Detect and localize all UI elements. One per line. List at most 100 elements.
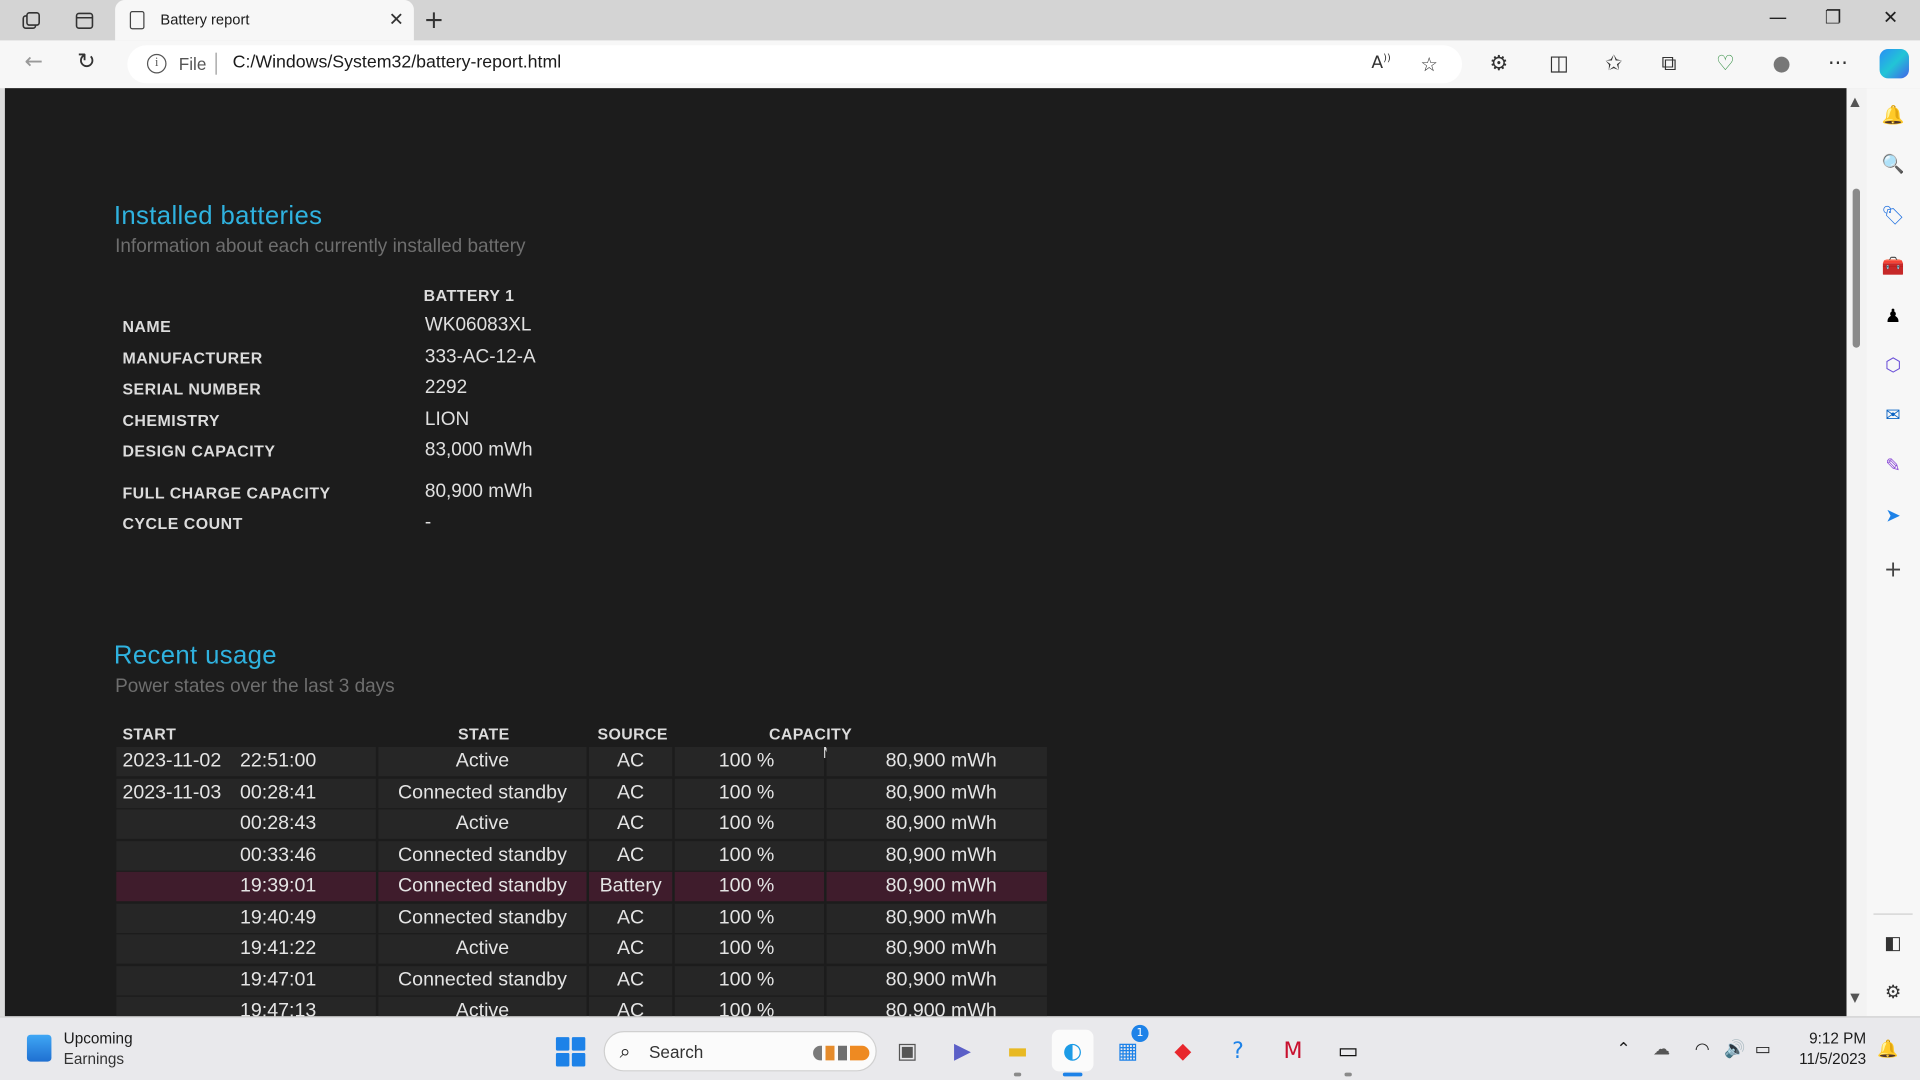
row-source: AC <box>588 778 673 809</box>
battery-report-page: Installed batteries Information about ea… <box>4 88 1847 1017</box>
row-capacity: 80,900 mWh <box>826 903 1047 934</box>
info-icon[interactable]: i <box>146 53 167 74</box>
row-state: Connected standby <box>378 966 587 996</box>
browser-essentials-icon[interactable]: ♡ <box>1711 51 1740 75</box>
row-state: Connected standby <box>378 841 587 871</box>
table-row: 00:28:43 Active AC 100 % 80,900 mWh <box>116 809 1047 839</box>
widget-title[interactable]: Upcoming <box>64 1030 133 1047</box>
row-state: Active <box>378 809 587 839</box>
active-indicator <box>1062 1072 1083 1077</box>
row-source: AC <box>588 934 673 964</box>
table-row: 00:33:46 Connected standby AC 100 % 80,9… <box>116 841 1047 871</box>
collections-icon[interactable]: ⧉ <box>1654 51 1683 75</box>
taskbar-search[interactable]: ⌕ Search <box>603 1031 877 1072</box>
get-help-icon[interactable]: ? <box>1217 1030 1259 1072</box>
show-hidden-icons-icon[interactable]: ⌃ <box>1616 1040 1630 1060</box>
designer-icon[interactable]: ✎ <box>1881 453 1905 477</box>
back-icon[interactable]: ← <box>24 49 42 75</box>
shopping-tag-icon[interactable]: 🏷 <box>1881 203 1905 227</box>
terminal-icon[interactable]: ▭ <box>1327 1030 1369 1072</box>
edge-browser-icon[interactable]: ◐ <box>1051 1029 1094 1072</box>
restore-icon[interactable]: ❐ <box>1809 6 1858 28</box>
running-indicator <box>1013 1072 1022 1077</box>
search-icon[interactable]: 🔍 <box>1881 152 1905 176</box>
task-view-icon[interactable]: ▣ <box>887 1030 929 1072</box>
add-sidebar-app-icon[interactable]: + <box>1881 557 1905 583</box>
row-percent: 100 % <box>718 750 775 772</box>
more-options-icon[interactable]: ··· <box>1823 51 1852 75</box>
address-bar[interactable]: i File C:/Windows/System32/battery-repor… <box>127 45 1463 84</box>
row-capacity: 80,900 mWh <box>826 778 1047 809</box>
teams-chat-icon[interactable]: ▶ <box>942 1030 984 1072</box>
games-icon[interactable]: ♟ <box>1881 304 1905 328</box>
table-row: 19:47:01 Connected standby AC 100 % 80,9… <box>116 966 1047 996</box>
scroll-down-icon[interactable]: ▼ <box>1850 992 1859 1005</box>
scroll-up-icon[interactable]: ▲ <box>1850 96 1859 109</box>
wifi-icon[interactable]: ◠ <box>1695 1040 1710 1060</box>
row-state: Active <box>378 746 587 777</box>
close-tab-icon[interactable]: ✕ <box>389 9 404 31</box>
battery-icon[interactable]: ▭ <box>1755 1040 1771 1060</box>
vertical-tabs-icon[interactable] <box>70 7 99 34</box>
outlook-icon[interactable]: ✉ <box>1881 403 1905 427</box>
battery-value-chemistry: LION <box>424 408 470 430</box>
header-state: STATE <box>457 724 510 744</box>
volume-icon[interactable]: 🔊 <box>1724 1040 1745 1060</box>
workspaces-icon[interactable] <box>17 7 46 34</box>
battery-label-cycle-count: CYCLE COUNT <box>122 514 243 533</box>
page-scrollbar[interactable]: ▲ ▼ <box>1846 88 1867 1017</box>
row-percent: 100 % <box>718 1000 775 1017</box>
row-percent: 100 % <box>718 969 775 991</box>
sidebar-divider <box>1873 913 1913 915</box>
recent-usage-subtitle: Power states over the last 3 days <box>115 675 395 697</box>
widget-subtitle[interactable]: Earnings <box>64 1051 124 1068</box>
battery-label-manufacturer: MANUFACTURER <box>122 348 263 368</box>
file-explorer-icon[interactable]: ▬ <box>997 1030 1039 1072</box>
scroll-thumb[interactable] <box>1852 188 1861 348</box>
address-url[interactable]: C:/Windows/System32/battery-report.html <box>233 53 562 73</box>
row-source: AC <box>588 966 673 996</box>
row-capacity: 80,900 mWh <box>826 809 1047 839</box>
extensions-icon[interactable]: ⚙ <box>1484 51 1513 75</box>
close-window-icon[interactable]: ✕ <box>1866 6 1915 28</box>
search-label: Search <box>648 1042 704 1062</box>
row-time: 19:47:01 <box>240 969 317 991</box>
sidebar-settings-icon[interactable]: ⚙ <box>1881 980 1905 1004</box>
favorites-icon[interactable]: ✩ <box>1599 51 1628 75</box>
minimize-icon[interactable]: — <box>1753 6 1802 28</box>
notification-center-icon[interactable]: 🔔 <box>1877 1040 1898 1060</box>
notifications-bell-icon[interactable]: 🔔 <box>1881 103 1905 127</box>
profile-icon[interactable]: ● <box>1767 51 1796 75</box>
hide-sidebar-icon[interactable]: ◧ <box>1881 931 1905 955</box>
read-aloud-icon[interactable]: A)) <box>1371 53 1390 73</box>
mcafee-icon[interactable]: M <box>1272 1030 1314 1072</box>
new-tab-icon[interactable]: + <box>424 5 445 34</box>
running-indicator <box>1344 1072 1352 1077</box>
row-capacity: 80,900 mWh <box>826 746 1047 777</box>
refresh-icon[interactable]: ↻ <box>77 49 95 75</box>
onedrive-cloud-icon[interactable]: ☁ <box>1653 1040 1670 1060</box>
table-row: 19:41:22 Active AC 100 % 80,900 mWh <box>116 934 1047 964</box>
red-diamond-app-icon[interactable]: ◆ <box>1162 1030 1204 1072</box>
send-icon[interactable]: ➤ <box>1881 503 1905 527</box>
row-state: Active <box>378 996 587 1017</box>
battery-value-design-capacity: 83,000 mWh <box>424 439 533 461</box>
row-source: AC <box>588 809 673 839</box>
start-button-icon[interactable] <box>555 1037 586 1067</box>
copilot-icon[interactable] <box>1879 48 1909 79</box>
widgets-icon[interactable] <box>26 1034 52 1062</box>
row-capacity: 80,900 mWh <box>826 996 1047 1017</box>
row-state: Connected standby <box>378 903 587 934</box>
row-time: 22:51:00 <box>240 750 317 772</box>
active-tab[interactable]: Battery report ✕ <box>115 0 414 41</box>
favorite-star-icon[interactable]: ☆ <box>1420 53 1438 76</box>
split-screen-icon[interactable]: ◫ <box>1544 51 1573 75</box>
battery-label-design-capacity: DESIGN CAPACITY <box>122 442 276 461</box>
microsoft365-icon[interactable]: ⬡ <box>1881 353 1905 377</box>
table-row: 2023-11-03 00:28:41 Connected standby AC … <box>116 778 1047 809</box>
row-percent: 100 % <box>718 844 775 866</box>
clock-time[interactable]: 9:12 PM <box>1790 1030 1866 1047</box>
clock-date[interactable]: 11/5/2023 <box>1790 1051 1866 1068</box>
row-state: Connected standby <box>378 871 587 902</box>
tools-icon[interactable]: 🧰 <box>1881 253 1905 277</box>
